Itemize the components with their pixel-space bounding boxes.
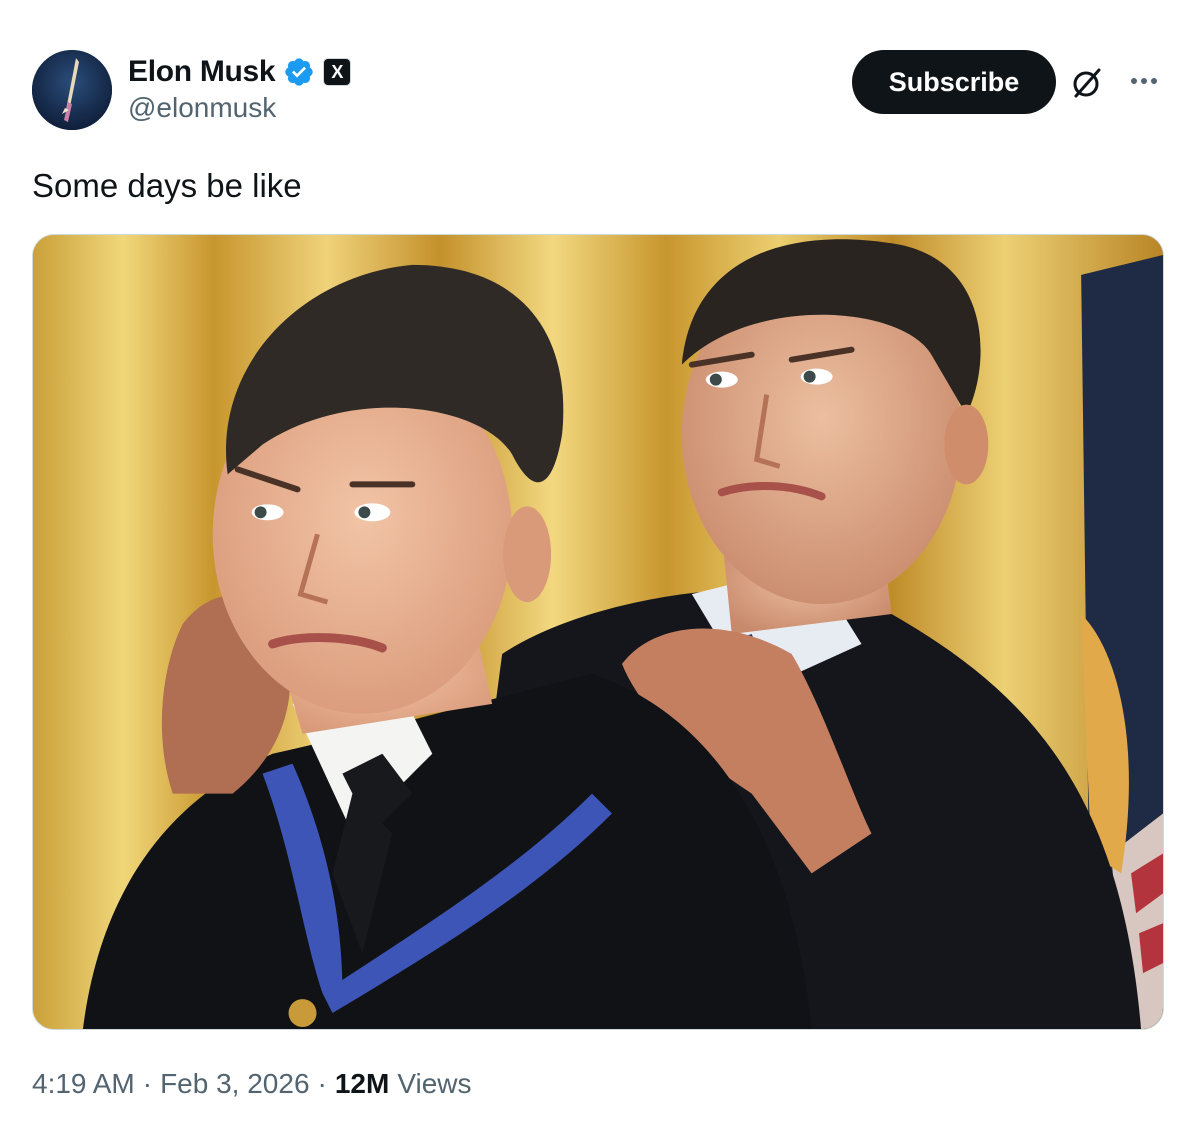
- tweet-date[interactable]: Feb 3, 2026: [160, 1068, 309, 1100]
- tweet-meta: 4:19 AM · Feb 3, 2026 · 12M Views: [32, 1068, 472, 1100]
- views-count[interactable]: 12M: [335, 1068, 389, 1100]
- avatar[interactable]: [32, 50, 112, 130]
- more-options-icon[interactable]: [1124, 66, 1164, 96]
- author-display-name[interactable]: Elon Musk: [128, 55, 276, 89]
- author-name-row: Elon Musk X: [128, 52, 352, 92]
- views-label: Views: [397, 1068, 472, 1099]
- subscribe-button[interactable]: Subscribe: [852, 50, 1056, 114]
- meta-separator: ·: [317, 1068, 327, 1099]
- meme-photo: [33, 235, 1163, 1029]
- meta-separator: ·: [142, 1068, 153, 1099]
- x-badge-letter: X: [331, 62, 344, 82]
- tweet-text: Some days be like: [32, 167, 302, 204]
- grok-icon[interactable]: [1068, 64, 1106, 102]
- tweet-media-image[interactable]: [32, 234, 1164, 1030]
- tweet-card: Elon Musk X @elonmusk Subscribe Some day…: [0, 0, 1194, 1134]
- x-affiliate-badge-icon[interactable]: X: [323, 58, 352, 86]
- tweet-time[interactable]: 4:19 AM: [32, 1068, 135, 1100]
- verified-badge-icon[interactable]: [283, 56, 315, 88]
- avatar-image: [32, 50, 112, 130]
- author-handle[interactable]: @elonmusk: [128, 92, 276, 124]
